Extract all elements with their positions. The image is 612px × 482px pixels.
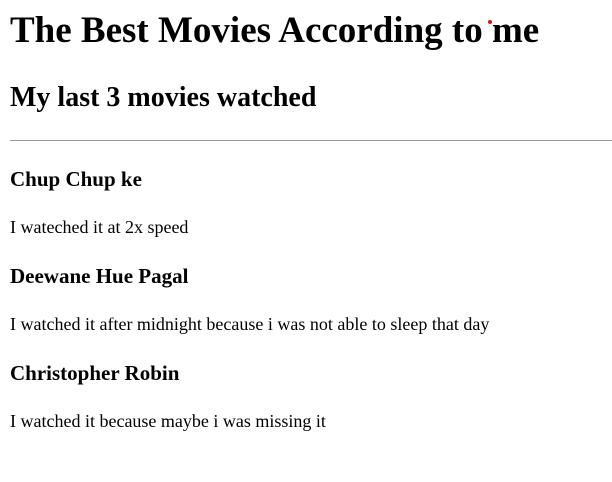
movie-note: I wateched it at 2x speed (10, 217, 189, 237)
movie-title: Christopher Robin (10, 361, 180, 385)
divider (10, 140, 612, 141)
movie-title: Chup Chup ke (10, 167, 142, 191)
page: The Best Movies According to me My last … (0, 0, 612, 482)
page-subtitle: My last 3 movies watched (10, 82, 317, 113)
movie-note: I watched it after midnight because i wa… (10, 314, 490, 334)
mouse-cursor-marker (488, 20, 492, 24)
movie-title: Deewane Hue Pagal (10, 264, 189, 288)
page-title: The Best Movies According to me (10, 10, 540, 51)
movie-note: I watched it because maybe i was missing… (10, 411, 326, 431)
